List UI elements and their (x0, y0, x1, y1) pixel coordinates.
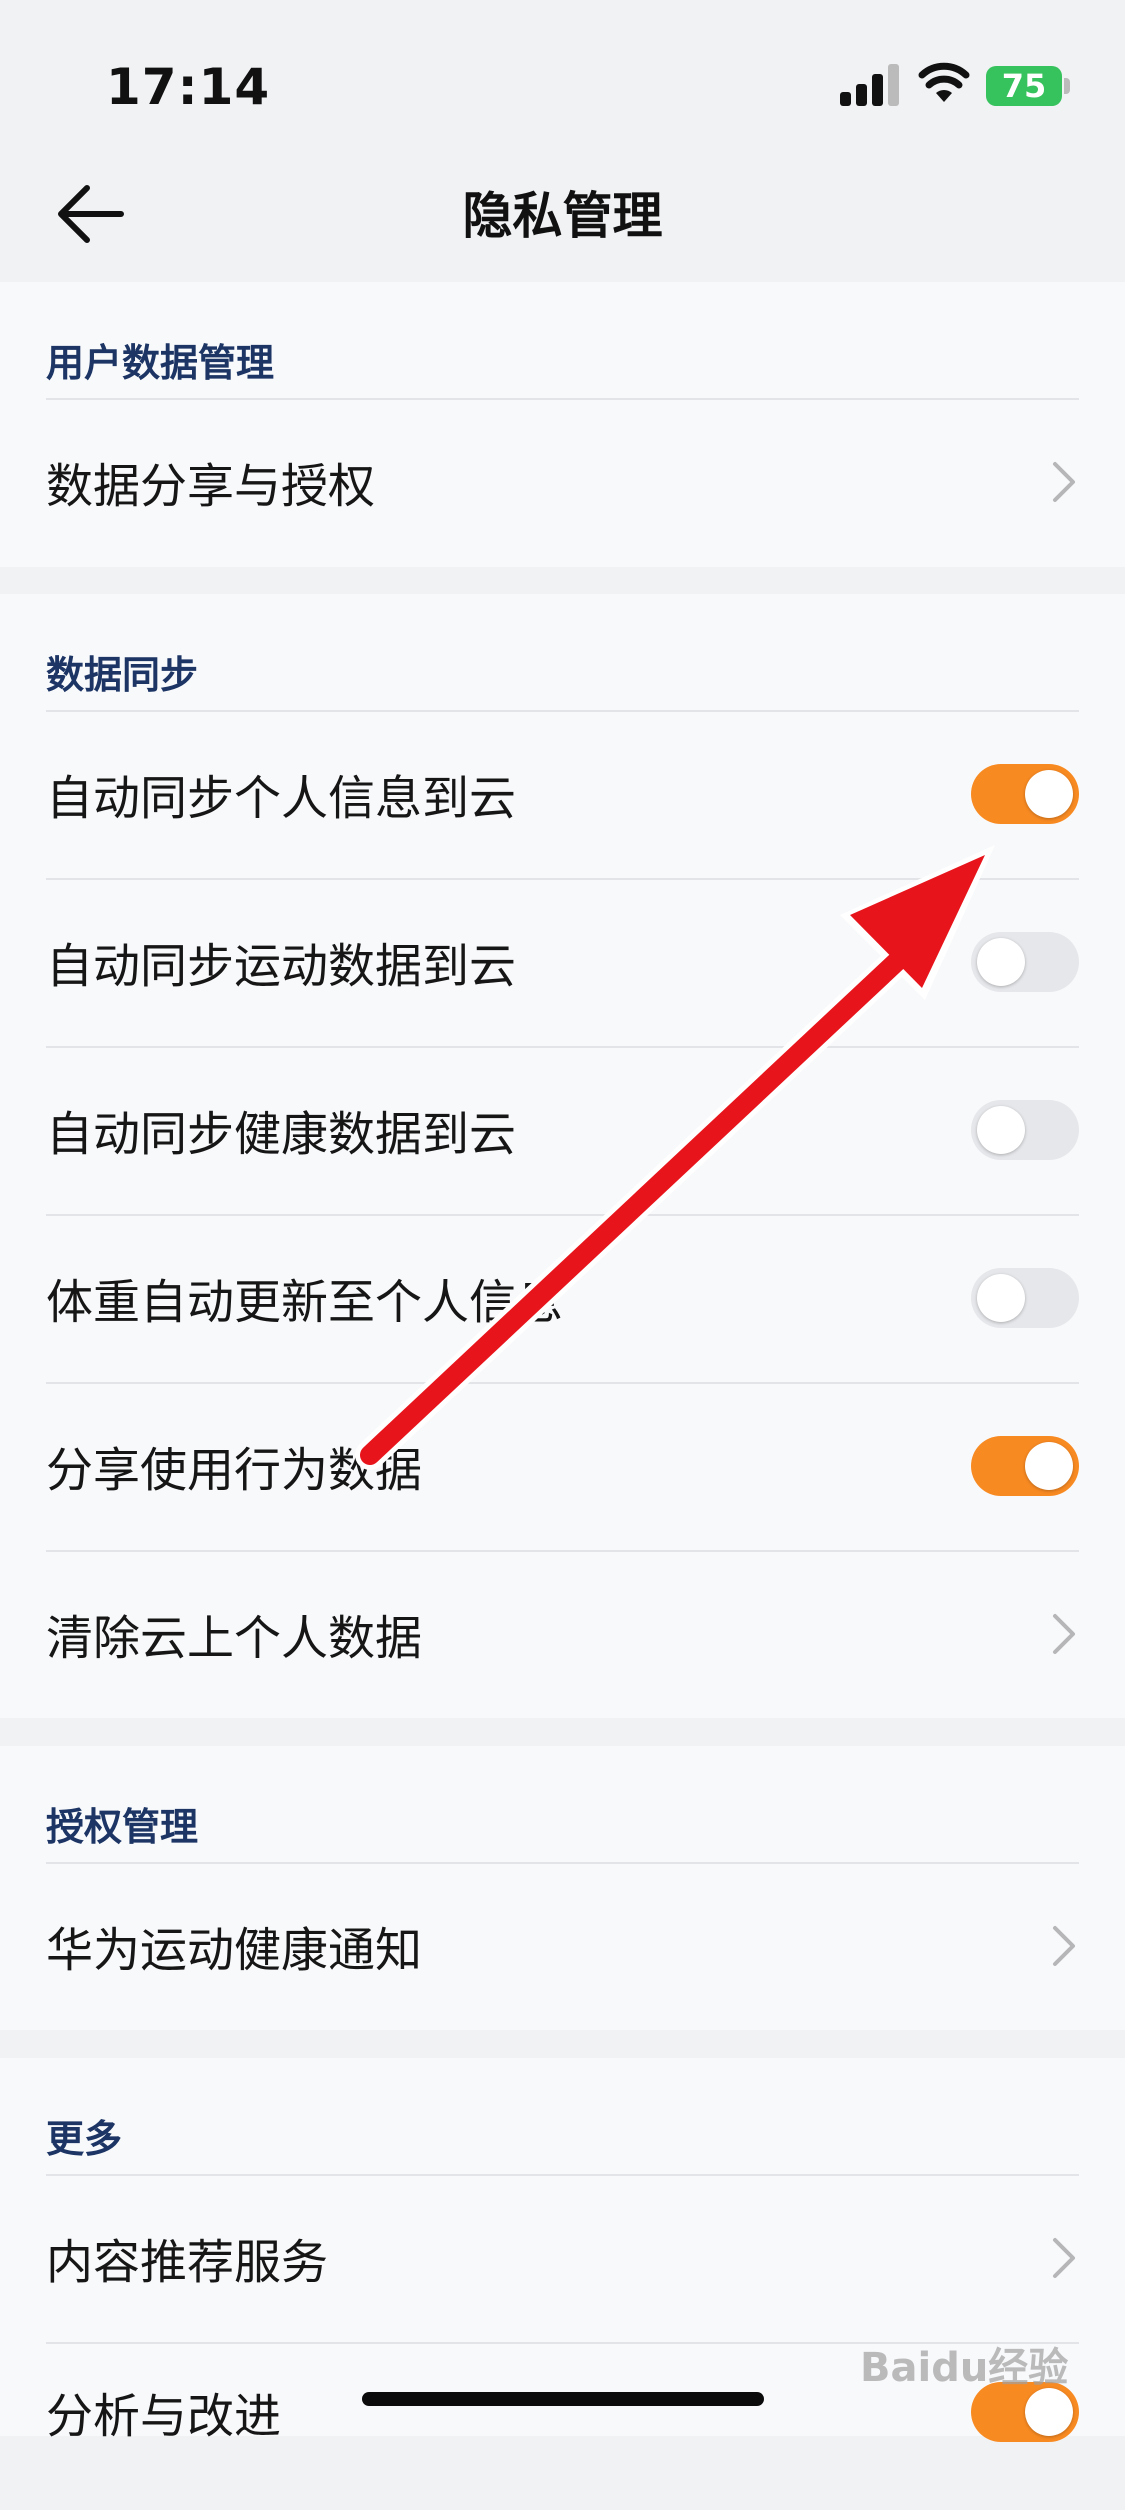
row-weight-auto-update[interactable]: 体重自动更新至个人信息 (0, 1214, 1125, 1382)
toggle-switch[interactable] (971, 1268, 1079, 1328)
section-title: 数据同步 (46, 653, 199, 697)
toggle-knob (1025, 1442, 1073, 1490)
divider (46, 878, 1079, 880)
cellular-signal-icon (840, 62, 900, 106)
divider (46, 710, 1079, 712)
toggle-knob (977, 1274, 1025, 1322)
row-label: 自动同步运动数据到云 (46, 939, 516, 995)
chevron-right-icon (1053, 462, 1075, 502)
battery-tip (1064, 78, 1070, 94)
section-authorization: 授权管理 华为运动健康通知 (0, 1746, 1125, 2030)
chevron-right-icon (1053, 2238, 1075, 2278)
divider (46, 1046, 1079, 1048)
chevron-right-icon (1053, 1614, 1075, 1654)
divider (46, 398, 1079, 400)
row-label: 分析与改进 (46, 2389, 281, 2445)
toggle-switch[interactable] (971, 932, 1079, 992)
row-label: 分享使用行为数据 (46, 1443, 422, 1499)
battery-icon: 75 (986, 66, 1062, 106)
toggle-switch[interactable] (971, 1436, 1079, 1496)
home-indicator (362, 2392, 764, 2406)
row-label: 体重自动更新至个人信息 (46, 1275, 563, 1331)
toggle-knob (1025, 2388, 1073, 2436)
section-user-data: 用户数据管理 数据分享与授权 (0, 282, 1125, 567)
section-data-sync: 数据同步 自动同步个人信息到云 自动同步运动数据到云 自动同步健康数据到云 体重… (0, 594, 1125, 1718)
baidu-watermark: Baidu经验 (860, 2345, 1069, 2391)
battery-level: 75 (1001, 67, 1047, 105)
section-title: 更多 (46, 2117, 123, 2161)
row-sync-personal-info[interactable]: 自动同步个人信息到云 (0, 710, 1125, 878)
row-huawei-health-notification[interactable]: 华为运动健康通知 (0, 1862, 1125, 2030)
section-title: 用户数据管理 (46, 341, 275, 385)
divider (46, 1862, 1079, 1864)
divider (46, 1214, 1079, 1216)
toggle-switch[interactable] (971, 1100, 1079, 1160)
toggle-knob (1025, 770, 1073, 818)
row-label: 自动同步健康数据到云 (46, 1107, 516, 1163)
divider (46, 2174, 1079, 2176)
wifi-icon (918, 62, 970, 102)
page-title: 隐私管理 (462, 187, 663, 245)
row-label: 华为运动健康通知 (46, 1923, 422, 1979)
section-title: 授权管理 (46, 1805, 199, 1849)
row-share-usage-data[interactable]: 分享使用行为数据 (0, 1382, 1125, 1550)
divider (46, 1382, 1079, 1384)
row-clear-cloud-data[interactable]: 清除云上个人数据 (0, 1550, 1125, 1718)
divider (46, 1550, 1079, 1552)
status-time: 17:14 (106, 58, 271, 116)
row-data-sharing[interactable]: 数据分享与授权 (0, 398, 1125, 566)
toggle-knob (977, 938, 1025, 986)
row-sync-health-data[interactable]: 自动同步健康数据到云 (0, 1046, 1125, 1214)
row-label: 自动同步个人信息到云 (46, 771, 516, 827)
status-bar: 17:14 75 (0, 0, 1125, 180)
toggle-switch[interactable] (971, 764, 1079, 824)
row-sync-sport-data[interactable]: 自动同步运动数据到云 (0, 878, 1125, 1046)
chevron-right-icon (1053, 1926, 1075, 1966)
row-label: 清除云上个人数据 (46, 1611, 422, 1667)
row-label: 数据分享与授权 (46, 459, 375, 515)
row-label: 内容推荐服务 (46, 2235, 328, 2291)
toggle-knob (977, 1106, 1025, 1154)
row-content-recommendation[interactable]: 内容推荐服务 (0, 2174, 1125, 2342)
